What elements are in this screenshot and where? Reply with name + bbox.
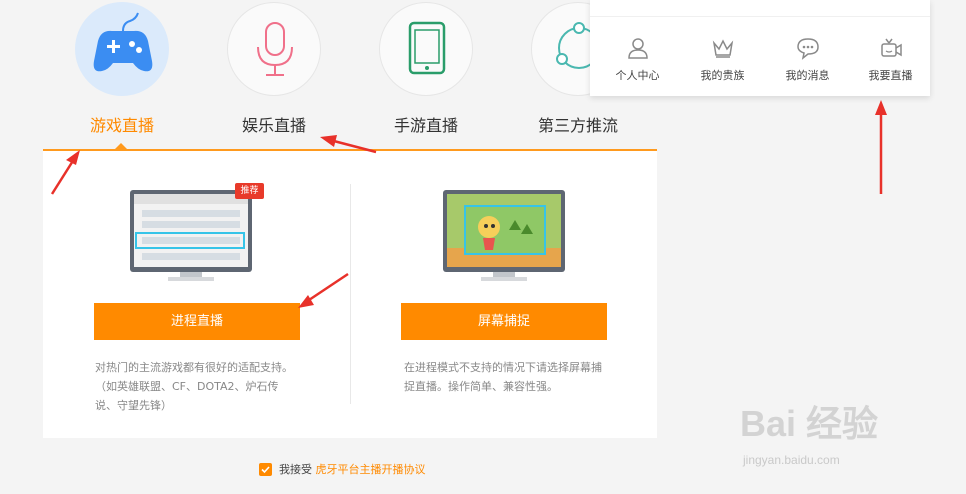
menu-item-label: 个人中心 <box>615 69 660 82</box>
tab-label: 游戏直播 <box>89 116 154 135</box>
tablet-icon-circle <box>379 2 473 96</box>
menu-top-band <box>590 0 930 17</box>
active-tab-caret <box>115 143 127 149</box>
recommend-badge: 推荐 <box>235 183 264 199</box>
screen-capture-illustration <box>443 190 565 281</box>
crown-icon <box>712 39 733 58</box>
gamepad-icon-circle <box>75 2 169 96</box>
menu-item-go-live[interactable]: 我要直播 <box>848 36 933 83</box>
live-camera-icon <box>880 38 902 57</box>
watermark-brand: Bai 经验 <box>740 403 879 444</box>
menu-item-personal-center[interactable]: 个人中心 <box>595 36 680 83</box>
microphone-icon <box>257 22 293 76</box>
microphone-icon-circle <box>227 2 321 96</box>
tab-label: 手游直播 <box>393 116 458 135</box>
gamepad-icon <box>93 12 153 72</box>
baidu-jingyan-watermark: Bai 经验 jingyan.baidu.com <box>740 395 940 475</box>
process-monitor-illustration <box>130 190 252 281</box>
tab-label: 第三方推流 <box>537 116 618 135</box>
menu-item-my-messages[interactable]: 我的消息 <box>765 36 850 83</box>
screen-capture-description: 在进程模式不支持的情况下请选择屏幕捕捉直播。操作简单、兼容性强。 <box>404 361 602 393</box>
agreement-row: 我接受 虎牙平台主播开播协议 <box>259 462 426 478</box>
agreement-prefix: 我接受 <box>279 463 312 476</box>
menu-item-label: 我的贵族 <box>700 69 745 82</box>
panel-divider <box>350 184 351 404</box>
agreement-link[interactable]: 虎牙平台主播开播协议 <box>316 463 426 476</box>
agreement-checkbox[interactable] <box>259 462 272 476</box>
tablet-icon <box>408 21 446 75</box>
checkmark-icon <box>261 465 270 473</box>
menu-item-my-nobility[interactable]: 我的贵族 <box>680 36 765 83</box>
person-icon <box>627 38 648 59</box>
process-live-button[interactable]: 进程直播 <box>94 303 300 340</box>
menu-item-label: 我要直播 <box>868 69 913 82</box>
arrow-to-go-live-menu <box>875 100 887 194</box>
chat-bubble-icon <box>796 38 819 60</box>
menu-item-label: 我的消息 <box>785 69 830 82</box>
watermark-url: jingyan.baidu.com <box>743 453 840 467</box>
tab-label: 娱乐直播 <box>241 116 306 135</box>
screen-capture-button[interactable]: 屏幕捕捉 <box>401 303 607 340</box>
user-dropdown-menu: 个人中心 我的贵族 我的消息 我要直播 <box>590 0 930 96</box>
process-live-description: 对热门的主流游戏都有很好的适配支持。（如英雄联盟、CF、DOTA2、炉石传说、守… <box>95 361 293 412</box>
